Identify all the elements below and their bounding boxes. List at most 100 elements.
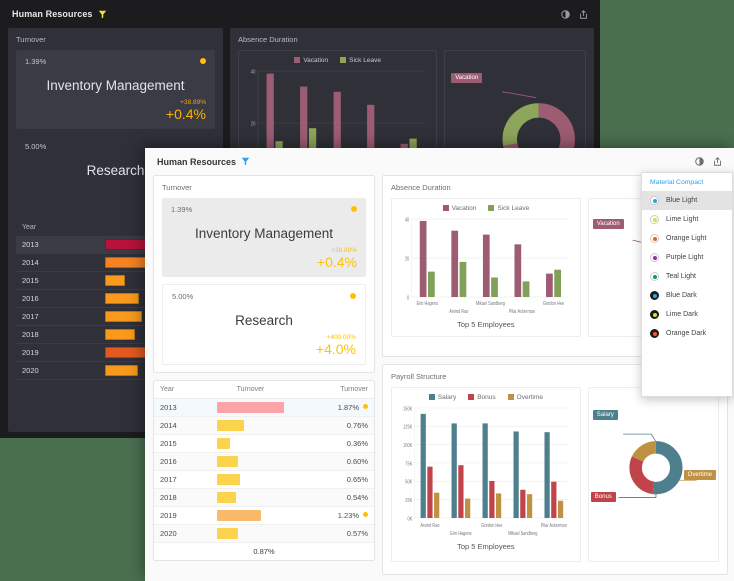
- theme-menu-item-label: Purple Light: [666, 254, 703, 261]
- cell-turnover-value: 1.87%: [290, 399, 374, 417]
- col-turnover-value[interactable]: Turnover: [290, 381, 374, 399]
- cell-turnover-value: 0.57%: [290, 525, 374, 543]
- table-row[interactable]: 20170.65%: [154, 471, 374, 489]
- svg-text:Gordon Hee: Gordon Hee: [543, 300, 565, 306]
- theme-swatch-icon: [650, 234, 659, 243]
- share-icon[interactable]: [579, 10, 588, 19]
- table-row[interactable]: 20180.54%: [154, 489, 374, 507]
- palette-icon[interactable]: [561, 10, 570, 19]
- cell-turnover-value: 0.36%: [290, 435, 374, 453]
- cell-turnover-bar: [211, 525, 290, 543]
- bar: [217, 528, 238, 539]
- share-icon[interactable]: [713, 157, 722, 166]
- theme-menu-header: Material Compact: [642, 173, 732, 191]
- theme-swatch-icon: [650, 196, 659, 205]
- dark-absence-legend: Vacation Sick Leave: [245, 57, 430, 64]
- cell-turnover-bar: [211, 417, 290, 435]
- svg-text:40: 40: [405, 217, 410, 223]
- theme-menu-item-blue-light[interactable]: Blue Light: [642, 191, 732, 210]
- legend-item-overtime: Overtime: [508, 394, 543, 401]
- svg-text:50K: 50K: [405, 479, 412, 485]
- theme-menu-item-purple-light[interactable]: Purple Light: [642, 248, 732, 267]
- status-dot-icon: [351, 206, 357, 212]
- theme-menu-item-label: Lime Light: [666, 216, 698, 223]
- light-table-body: 2013 1.87%20140.76%2015 0.36%20160.60%2017…: [154, 399, 374, 543]
- cell-year: 2013: [154, 399, 211, 417]
- light-payroll-bar-svg: 0K25K50K75K100K125K150KArvind RaoErin Ha…: [398, 404, 574, 544]
- light-kpi-card-research[interactable]: 5.00% Research +400.00% +4.0%: [162, 284, 366, 365]
- cell-year: 2015: [154, 435, 211, 453]
- cell-year: 2019: [154, 507, 211, 525]
- cell-year: 2014: [16, 254, 99, 272]
- col-turnover-bar[interactable]: Turnover: [211, 381, 290, 399]
- cell-turnover-bar: [211, 435, 290, 453]
- cell-year: 2020: [154, 525, 211, 543]
- dark-kpi-top-value: 1.39%: [25, 57, 206, 66]
- cell-year: 2016: [154, 453, 211, 471]
- funnel-icon[interactable]: [241, 157, 250, 166]
- dark-kpi-card-inventory[interactable]: 1.39% Inventory Management +38.89% +0.4%: [16, 50, 215, 129]
- cell-year: 2013: [16, 236, 99, 254]
- theme-menu-item-orange-light[interactable]: Orange Light: [642, 229, 732, 248]
- cell-turnover-bar: [211, 399, 290, 417]
- light-payroll-xlabel: Top 5 Employees: [398, 542, 574, 551]
- theme-swatch-icon: [650, 215, 659, 224]
- theme-menu-item-lime-dark[interactable]: Lime Dark: [642, 305, 732, 324]
- theme-menu-list: Blue Light Lime Light Orange Light Purple L…: [642, 191, 732, 343]
- cell-turnover-value: 0.76%: [290, 417, 374, 435]
- dark-header-actions: [561, 10, 588, 19]
- table-row[interactable]: 20140.76%: [154, 417, 374, 435]
- theme-menu-item-label: Orange Dark: [666, 330, 706, 337]
- svg-text:0K: 0K: [407, 515, 412, 521]
- table-row[interactable]: 2013 1.87%: [154, 399, 374, 417]
- light-absence-bar-chart[interactable]: Vacation Sick Leave 02040Erin HagensArvi…: [391, 198, 581, 337]
- col-year[interactable]: Year: [154, 381, 211, 399]
- cell-turnover-bar: [211, 453, 290, 471]
- light-absence-legend: Vacation Sick Leave: [398, 205, 574, 212]
- theme-menu-item-blue-dark[interactable]: Blue Dark: [642, 286, 732, 305]
- light-turnover-title: Turnover: [162, 183, 366, 192]
- svg-text:25K: 25K: [405, 497, 412, 503]
- light-left-column: Turnover 1.39% Inventory Management +38.…: [153, 175, 375, 575]
- svg-text:Gordon Hee: Gordon Hee: [481, 522, 503, 528]
- dark-page-title: Human Resources: [12, 9, 93, 19]
- theme-menu-item-orange-dark[interactable]: Orange Dark: [642, 324, 732, 343]
- theme-swatch-icon: [650, 310, 659, 319]
- palette-icon[interactable]: [695, 157, 704, 166]
- table-row[interactable]: 2020 0.57%: [154, 525, 374, 543]
- light-header-actions: [695, 157, 722, 166]
- theme-dropdown-menu[interactable]: Material Compact Blue Light Lime Light Ora…: [641, 172, 733, 397]
- legend-item-bonus: Bonus: [468, 394, 495, 401]
- light-payroll-donut-chart[interactable]: Salary Bonus Overtime: [588, 387, 719, 562]
- screenshot-stage: Human Resources Turnover 1.39%: [0, 0, 734, 581]
- cell-turnover-value: 1.23%: [290, 507, 374, 525]
- light-kpi-sub-2: +400.00%: [172, 334, 356, 341]
- table-row[interactable]: 20160.60%: [154, 453, 374, 471]
- light-total-value: 0.87%: [154, 543, 374, 560]
- theme-menu-item-lime-light[interactable]: Lime Light: [642, 210, 732, 229]
- status-dot-icon: [363, 512, 368, 517]
- cell-year: 2018: [154, 489, 211, 507]
- cell-year: 2018: [16, 326, 99, 344]
- funnel-icon[interactable]: [98, 10, 107, 19]
- dark-turnover-title: Turnover: [16, 35, 215, 44]
- status-dot-icon: [200, 58, 206, 64]
- table-row[interactable]: 2015 0.36%: [154, 435, 374, 453]
- light-bar-svg: 02040Erin HagensArvind RaoMikael Sandber…: [398, 215, 574, 321]
- light-kpi-big-2: +4.0%: [172, 341, 356, 357]
- bar: [105, 293, 138, 304]
- light-payroll-bar-chart[interactable]: Salary Bonus Overtime 0K25K50K75K100K125…: [391, 387, 581, 562]
- light-kpi-name-2: Research: [172, 301, 356, 334]
- svg-text:Pilar Ackerman: Pilar Ackerman: [541, 522, 567, 528]
- svg-text:Pilar Ackerman: Pilar Ackerman: [509, 308, 535, 314]
- theme-menu-item-label: Orange Light: [666, 235, 706, 242]
- light-payroll-legend: Salary Bonus Overtime: [398, 394, 574, 401]
- cell-year: 2016: [16, 290, 99, 308]
- bar: [217, 420, 244, 431]
- table-header-row: Year Turnover Turnover: [154, 381, 374, 399]
- theme-menu-item-teal-light[interactable]: Teal Light: [642, 267, 732, 286]
- table-row[interactable]: 2019 1.23%: [154, 507, 374, 525]
- light-kpi-sub: +38.89%: [171, 247, 357, 254]
- theme-swatch-icon: [650, 272, 659, 281]
- light-kpi-card-inventory[interactable]: 1.39% Inventory Management +38.89% +0.4%: [162, 198, 366, 277]
